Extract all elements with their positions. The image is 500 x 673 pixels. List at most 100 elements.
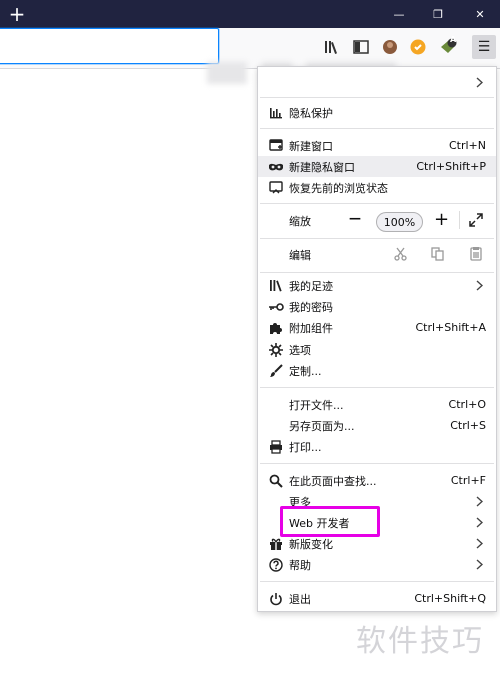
menu-item-label: 附加组件 <box>289 321 333 335</box>
menu-item-label: 定制... <box>289 364 322 378</box>
account-row[interactable] <box>258 69 496 95</box>
separator <box>260 272 494 273</box>
print-item[interactable]: 打印... <box>258 436 496 457</box>
minimize-icon: — <box>393 7 405 21</box>
library-toolbar-button[interactable] <box>322 37 342 57</box>
shortcut-label: Ctrl+Shift+P <box>416 160 486 173</box>
separator <box>260 97 494 98</box>
cut-icon[interactable] <box>394 247 407 264</box>
shortcut-label: Ctrl+S <box>450 419 486 432</box>
restore-button[interactable]: ❐ <box>421 0 455 28</box>
edit-row: 编辑 <box>258 242 496 268</box>
restore-icon: ❐ <box>433 7 443 21</box>
plus-icon: + <box>8 2 26 26</box>
separator <box>260 128 494 129</box>
close-window-button[interactable]: ✕ <box>463 0 497 28</box>
menu-item-label: 新建隐私窗口 <box>289 160 355 174</box>
menu-item-label: 恢复先前的浏览状态 <box>289 181 388 195</box>
menu-item-label: 新版变化 <box>289 537 333 551</box>
chevron-right-icon <box>474 515 484 531</box>
save-page-item[interactable]: 另存页面为... Ctrl+S <box>258 415 496 436</box>
find-in-page-item[interactable]: 在此页面中查找... Ctrl+F <box>258 470 496 491</box>
options-item[interactable]: 选项 <box>258 339 496 360</box>
mask-icon <box>268 159 284 175</box>
menu-item-label: 在此页面中查找... <box>289 474 377 488</box>
edit-label: 编辑 <box>289 249 311 262</box>
menu-item-label: 打开文件... <box>289 398 344 412</box>
help-item[interactable]: 帮助 <box>258 554 496 575</box>
logins-item[interactable]: 我的密码 <box>258 296 496 317</box>
zoom-reset-button[interactable]: 100% <box>376 212 423 232</box>
account-toolbar-button[interactable] <box>380 37 400 57</box>
shortcut-label: Ctrl+Shift+A <box>415 321 486 334</box>
extension-orange-icon <box>410 39 426 55</box>
extension-button-2[interactable]: A <box>438 35 458 57</box>
menu-item-label: 打印... <box>289 440 322 454</box>
zoom-row: 缩放 — 100% + <box>258 208 496 234</box>
separator <box>260 203 494 204</box>
exit-item[interactable]: 退出 Ctrl+Shift+Q <box>258 588 496 609</box>
sidebar-toolbar-button[interactable] <box>351 37 371 57</box>
chevron-right-icon <box>474 557 484 573</box>
printer-icon <box>268 439 284 455</box>
search-icon <box>268 473 284 489</box>
zoom-label: 缩放 <box>289 215 311 228</box>
separator <box>260 463 494 464</box>
key-icon <box>268 299 284 315</box>
chevron-right-icon <box>474 536 484 552</box>
library-icon <box>325 41 337 54</box>
chevron-right-icon <box>474 494 484 510</box>
menu-item-label: 隐私保护 <box>289 106 333 120</box>
new-private-window-item[interactable]: 新建隐私窗口 Ctrl+Shift+P <box>258 156 496 177</box>
brush-icon <box>268 363 284 379</box>
shortcut-label: Ctrl+Shift+Q <box>414 592 486 605</box>
open-file-item[interactable]: 打开文件... Ctrl+O <box>258 394 496 415</box>
library-icon <box>268 278 284 294</box>
new-window-item[interactable]: 新建窗口 Ctrl+N <box>258 135 496 156</box>
watermark-text: 软件技巧 <box>356 624 484 659</box>
chart-icon <box>268 105 284 121</box>
extension-button-1[interactable] <box>408 37 428 57</box>
customize-item[interactable]: 定制... <box>258 360 496 381</box>
library-item[interactable]: 我的足迹 <box>258 275 496 296</box>
shortcut-label: Ctrl+O <box>448 398 486 411</box>
close-icon: ✕ <box>475 7 485 21</box>
paste-icon[interactable] <box>470 246 482 264</box>
menu-item-label: 我的密码 <box>289 300 333 314</box>
nav-toolbar: A ☰ <box>0 28 500 69</box>
avatar-icon <box>383 40 397 54</box>
zoom-in-button[interactable]: + <box>434 209 449 230</box>
zoom-out-button[interactable]: — <box>349 211 361 225</box>
puzzle-icon <box>268 320 284 336</box>
gear-icon <box>268 342 284 358</box>
separator <box>260 581 494 582</box>
title-bar: + — ❐ ✕ <box>0 0 500 28</box>
minimize-button[interactable]: — <box>382 0 416 28</box>
copy-icon[interactable] <box>431 247 444 264</box>
new-window-icon <box>268 138 284 154</box>
restore-session-icon <box>268 180 284 196</box>
menu-item-label: 我的足迹 <box>289 279 333 293</box>
zoom-value: 100% <box>383 215 416 229</box>
blurred-region <box>207 62 247 84</box>
new-tab-button[interactable]: + <box>0 0 34 28</box>
fullscreen-icon[interactable] <box>469 213 483 230</box>
separator <box>260 387 494 388</box>
restore-session-item[interactable]: 恢复先前的浏览状态 <box>258 177 496 198</box>
extension-badge: A <box>450 35 457 44</box>
help-icon <box>268 557 284 573</box>
chevron-right-icon <box>474 278 484 294</box>
highlight-annotation <box>280 506 380 537</box>
menu-item-label: 帮助 <box>289 558 311 572</box>
shortcut-label: Ctrl+F <box>450 474 486 487</box>
fullscreen-button[interactable] <box>459 211 460 229</box>
url-bar[interactable] <box>0 28 219 64</box>
privacy-protection-item[interactable]: 隐私保护 <box>258 102 496 123</box>
open-menu-button[interactable]: ☰ <box>472 35 496 59</box>
menu-item-label: 退出 <box>289 592 311 606</box>
addons-item[interactable]: 附加组件 Ctrl+Shift+A <box>258 317 496 338</box>
gift-icon <box>268 536 284 552</box>
shortcut-label: Ctrl+N <box>448 139 486 152</box>
menu-item-label: 另存页面为... <box>289 419 355 433</box>
hamburger-icon: ☰ <box>477 39 491 55</box>
